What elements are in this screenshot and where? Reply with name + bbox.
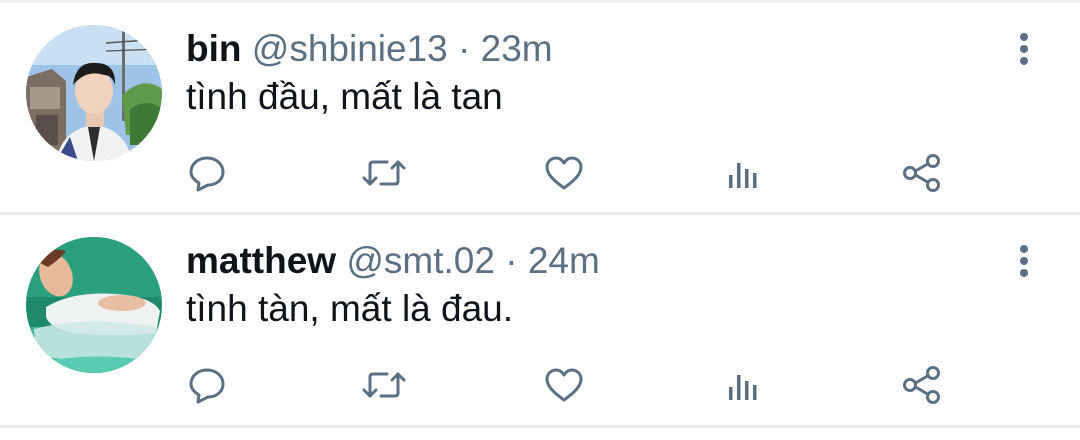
tweet-text: tình đầu, mất là tan	[186, 76, 503, 117]
separator-dot: ·	[458, 28, 471, 69]
retweet-icon[interactable]	[354, 143, 414, 203]
analytics-icon[interactable]	[713, 355, 773, 415]
tweet[interactable]: bin @shbinie13 · 23m tình đầu, mất là ta…	[0, 3, 1080, 215]
share-icon[interactable]	[892, 143, 952, 203]
separator-dot: ·	[505, 240, 518, 281]
reply-icon[interactable]	[177, 143, 237, 203]
timestamp[interactable]: 23m	[481, 28, 553, 69]
reply-icon[interactable]	[177, 355, 237, 415]
like-icon[interactable]	[534, 355, 594, 415]
user-handle[interactable]: @shbinie13	[252, 28, 448, 69]
retweet-icon[interactable]	[354, 355, 414, 415]
like-icon[interactable]	[534, 143, 594, 203]
tweet-feed: bin @shbinie13 · 23m tình đầu, mất là ta…	[0, 0, 1080, 440]
user-handle[interactable]: @smt.02	[346, 240, 495, 281]
tweet-header: bin @shbinie13 · 23m	[186, 27, 553, 71]
action-bar	[0, 355, 1080, 415]
display-name[interactable]: matthew	[186, 240, 336, 281]
timestamp[interactable]: 24m	[528, 240, 600, 281]
action-bar	[0, 143, 1080, 203]
more-options-icon[interactable]	[1006, 31, 1042, 67]
tweet-text: tình tàn, mất là đau.	[186, 288, 514, 329]
tweet[interactable]: matthew @smt.02 · 24m tình tàn, mất là đ…	[0, 215, 1080, 427]
tweet-header: matthew @smt.02 · 24m	[186, 239, 600, 283]
tweet-divider	[0, 425, 1080, 428]
avatar[interactable]	[26, 25, 162, 161]
share-icon[interactable]	[892, 355, 952, 415]
display-name[interactable]: bin	[186, 28, 241, 69]
more-options-icon[interactable]	[1006, 243, 1042, 279]
avatar[interactable]	[26, 237, 162, 373]
analytics-icon[interactable]	[713, 143, 773, 203]
